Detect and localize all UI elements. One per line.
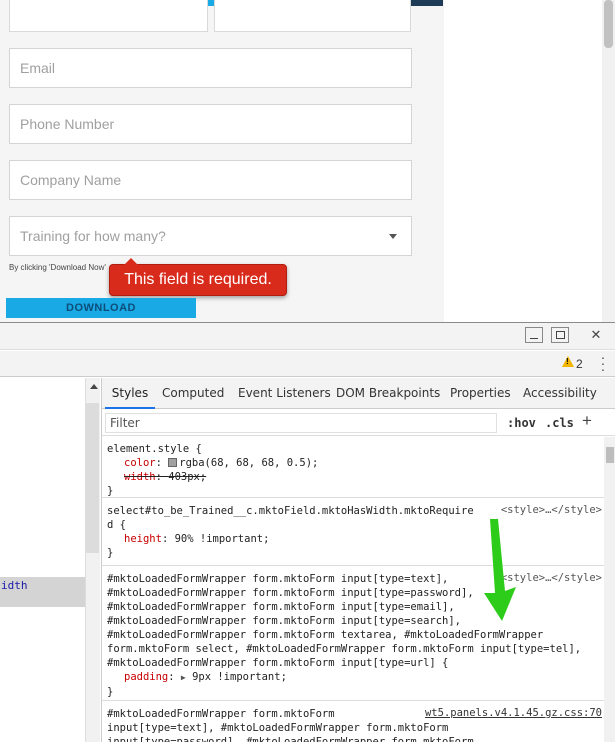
hover-state-button[interactable]: :hov bbox=[507, 416, 536, 430]
rule-source-link[interactable]: wt5.panels.v4.1.45.gz.css:70 bbox=[425, 706, 602, 720]
error-tooltip-text: This field is required. bbox=[124, 271, 272, 288]
devtools-titlebar: ✕ bbox=[0, 323, 615, 350]
styles-scrollbar-thumb[interactable] bbox=[606, 447, 614, 463]
color-swatch-icon[interactable] bbox=[168, 458, 178, 467]
devtools-panel: ✕ ! 2 · · · idth Styles Computed Event Lis… bbox=[0, 322, 615, 742]
warning-icon[interactable]: ! bbox=[562, 356, 574, 367]
rule-selector[interactable]: element.style { bbox=[107, 442, 599, 456]
restore-icon[interactable] bbox=[551, 327, 569, 343]
form-panel: Email Phone Number Company Name Training… bbox=[0, 0, 444, 322]
error-tooltip: This field is required. bbox=[109, 258, 287, 296]
rule-close: } bbox=[107, 686, 114, 698]
property-name[interactable]: height bbox=[124, 533, 162, 545]
rule-selector[interactable]: #mktoLoadedFormWrapper form.mktoForm inp… bbox=[107, 572, 599, 670]
rule-close: } bbox=[107, 485, 114, 497]
expand-triangle-icon[interactable]: ▶ bbox=[181, 673, 186, 682]
phone-placeholder: Phone Number bbox=[20, 116, 115, 132]
email-field[interactable]: Email bbox=[9, 48, 412, 88]
devtools-toolbar: ! 2 · · · bbox=[0, 350, 615, 377]
css-rule-element-style: element.style { color: rgba(68, 68, 68, … bbox=[102, 438, 604, 498]
training-select-value: Training for how many? bbox=[20, 228, 166, 244]
consent-text: By clicking 'Download Now' bbox=[9, 263, 106, 272]
scroll-up-icon[interactable] bbox=[90, 384, 98, 389]
rule-close: } bbox=[107, 547, 114, 559]
property-value[interactable]: 9px !important; bbox=[192, 671, 287, 683]
property-name[interactable]: width bbox=[124, 471, 156, 483]
css-property[interactable]: height: 90% !important; bbox=[107, 532, 599, 546]
property-name[interactable]: padding bbox=[124, 671, 168, 683]
new-rule-button[interactable]: + bbox=[582, 411, 592, 431]
tooltip-arrow bbox=[124, 258, 138, 265]
css-rule-mkto-inputs: <style>…</style> #mktoLoadedFormWrapper … bbox=[102, 567, 604, 701]
warning-count[interactable]: 2 bbox=[576, 357, 583, 371]
download-button[interactable]: DOWNLOAD bbox=[6, 298, 196, 318]
more-options-icon[interactable]: · · · bbox=[598, 350, 608, 376]
close-icon[interactable]: ✕ bbox=[587, 327, 605, 343]
elements-pane: idth bbox=[0, 378, 85, 742]
web-page: Email Phone Number Company Name Training… bbox=[0, 0, 615, 322]
company-field[interactable]: Company Name bbox=[9, 160, 412, 200]
property-value[interactable]: 90% !important; bbox=[175, 533, 270, 545]
chevron-down-icon[interactable] bbox=[389, 234, 397, 239]
class-toggle-button[interactable]: .cls bbox=[545, 416, 574, 430]
styles-pane: Styles Computed Event Listeners DOM Brea… bbox=[101, 378, 615, 742]
elements-snippet: idth bbox=[1, 579, 28, 592]
last-name-field[interactable] bbox=[214, 0, 411, 32]
minimize-icon[interactable] bbox=[525, 327, 543, 343]
css-rule-mkto-text: wt5.panels.v4.1.45.gz.css:70 #mktoLoaded… bbox=[102, 702, 604, 742]
tab-event-listeners[interactable]: Event Listeners bbox=[238, 378, 331, 409]
rule-source[interactable]: <style>…</style> bbox=[501, 503, 602, 517]
tab-computed[interactable]: Computed bbox=[162, 378, 224, 409]
elements-scrollbar-thumb[interactable] bbox=[86, 403, 99, 553]
css-property[interactable]: color: rgba(68, 68, 68, 0.5); bbox=[107, 456, 599, 470]
css-property-overridden[interactable]: width: 403px; bbox=[107, 470, 599, 484]
first-name-field[interactable] bbox=[9, 0, 208, 32]
tab-properties[interactable]: Properties bbox=[450, 378, 511, 409]
css-property[interactable]: padding: ▶ 9px !important; bbox=[107, 670, 599, 685]
phone-field[interactable]: Phone Number bbox=[9, 104, 412, 144]
filter-input[interactable]: Filter bbox=[105, 413, 497, 433]
page-scrollbar-thumb[interactable] bbox=[604, 0, 613, 48]
styles-scrollbar[interactable] bbox=[604, 437, 615, 742]
tab-styles[interactable]: Styles bbox=[105, 378, 155, 409]
page-scrollbar[interactable] bbox=[602, 0, 615, 322]
filter-row: Filter :hov .cls + bbox=[102, 410, 615, 436]
training-select[interactable]: Training for how many? bbox=[9, 216, 412, 256]
email-placeholder: Email bbox=[20, 60, 56, 76]
property-name[interactable]: color bbox=[124, 457, 156, 469]
tab-accessibility[interactable]: Accessibility bbox=[523, 378, 597, 409]
annotation-arrow-icon bbox=[484, 519, 516, 621]
css-rule-select: <style>…</style> select#to_be_Trained__c… bbox=[102, 499, 604, 566]
property-value[interactable]: 403px; bbox=[168, 471, 206, 483]
company-placeholder: Company Name bbox=[20, 172, 122, 188]
property-value[interactable]: rgba(68, 68, 68, 0.5); bbox=[179, 457, 318, 469]
annotation-arrow-shape bbox=[484, 519, 516, 621]
sidebar-tabs: Styles Computed Event Listeners DOM Brea… bbox=[102, 378, 615, 409]
tab-dom-breakpoints[interactable]: DOM Breakpoints bbox=[336, 378, 440, 409]
